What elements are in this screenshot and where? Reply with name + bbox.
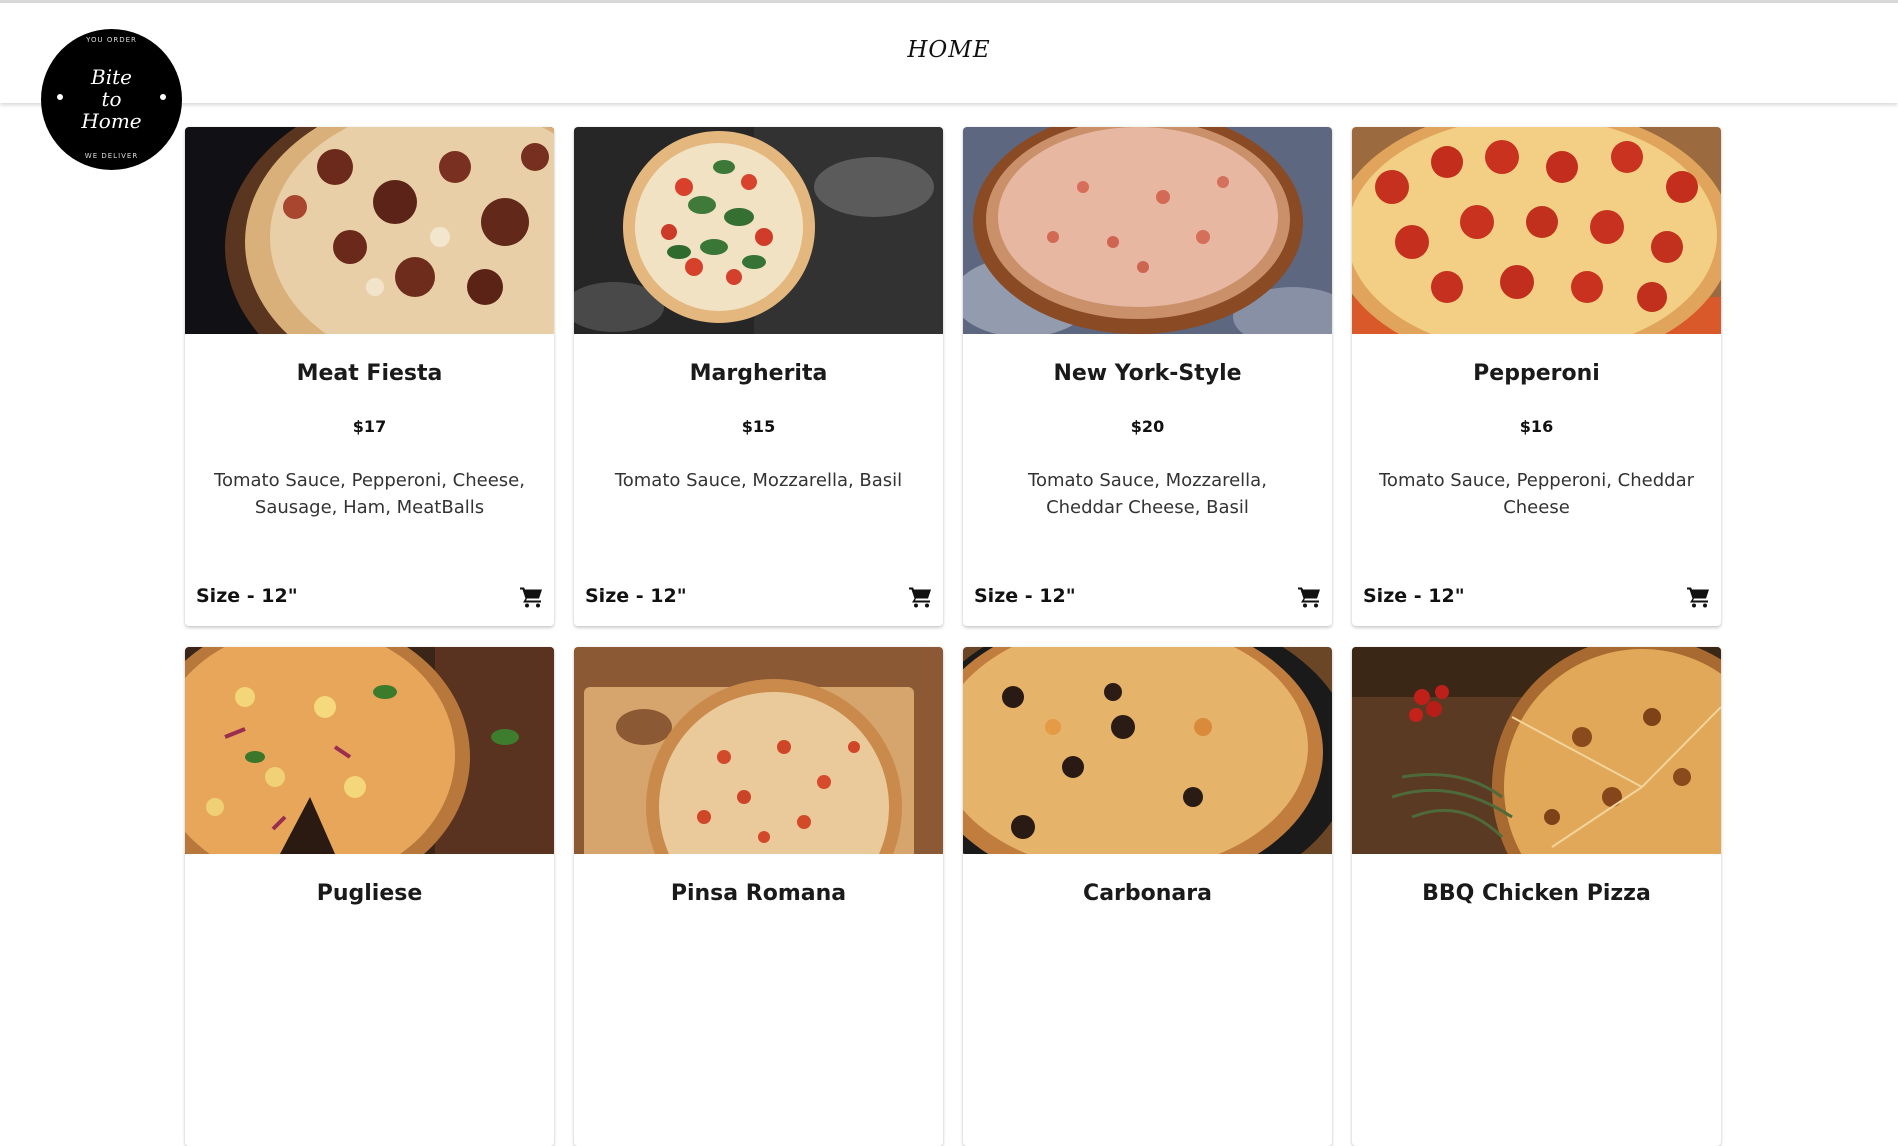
- product-ingredients: Tomato Sauce, Pepperoni, Cheese, Sausage…: [214, 470, 525, 518]
- nav-home-link[interactable]: HOME: [0, 37, 1898, 63]
- product-card[interactable]: Pepperoni $16 Tomato Sauce, Pepperoni, C…: [1352, 127, 1721, 626]
- product-name: Pinsa Romana: [670, 881, 847, 906]
- site-header: HOME: [0, 3, 1898, 103]
- product-card[interactable]: Pinsa Romana: [574, 647, 943, 1146]
- pizza-photo: [185, 647, 554, 854]
- pizza-photo: [574, 647, 943, 854]
- cart-icon[interactable]: [1298, 586, 1322, 608]
- product-price: $17: [352, 417, 387, 436]
- product-ingredients: Tomato Sauce, Mozzarella, Cheddar Cheese…: [1028, 470, 1267, 518]
- logo-word-1: Bite: [91, 65, 132, 89]
- logo-top-text: YOU ORDER: [86, 36, 137, 44]
- product-name: Carbonara: [1083, 881, 1212, 906]
- logo-word-3: Home: [81, 109, 142, 133]
- product-name: BBQ Chicken Pizza: [1422, 881, 1651, 906]
- product-price: $15: [741, 417, 776, 436]
- cart-icon[interactable]: [520, 586, 544, 608]
- product-size: Size - 12": [1363, 585, 1465, 607]
- pizza-photo: [185, 127, 554, 334]
- pizza-photo: [963, 647, 1332, 854]
- pizza-photo: [1352, 127, 1721, 334]
- cart-icon[interactable]: [1687, 586, 1711, 608]
- product-name: New York-Style: [1053, 361, 1242, 386]
- product-size: Size - 12": [585, 585, 687, 607]
- product-card[interactable]: New York-Style $20 Tomato Sauce, Mozzare…: [963, 127, 1332, 626]
- product-name: Pugliese: [316, 881, 423, 906]
- product-size: Size - 12": [196, 585, 298, 607]
- product-card[interactable]: Pugliese: [185, 647, 554, 1146]
- product-price: $16: [1519, 417, 1554, 436]
- brand-logo[interactable]: YOU ORDER Bite to Home WE DELIVER: [41, 29, 182, 170]
- logo-wordmark: Bite to Home: [41, 66, 182, 132]
- cart-icon[interactable]: [909, 586, 933, 608]
- product-ingredients: Tomato Sauce, Pepperoni, Cheddar Cheese: [1379, 470, 1694, 518]
- product-size: Size - 12": [974, 585, 1076, 607]
- product-ingredients: Tomato Sauce, Mozzarella, Basil: [614, 470, 903, 491]
- product-name: Margherita: [689, 361, 828, 386]
- product-price: $20: [1130, 417, 1165, 436]
- product-card[interactable]: Meat Fiesta $17 Tomato Sauce, Pepperoni,…: [185, 127, 554, 626]
- pizza-photo: [574, 127, 943, 334]
- pizza-photo: [963, 127, 1332, 334]
- product-name: Meat Fiesta: [296, 361, 443, 386]
- product-card[interactable]: BBQ Chicken Pizza: [1352, 647, 1721, 1146]
- product-card[interactable]: Margherita $15 Tomato Sauce, Mozzarella,…: [574, 127, 943, 626]
- pizza-photo: [1352, 647, 1721, 854]
- logo-bottom-text: WE DELIVER: [84, 152, 139, 160]
- product-name: Pepperoni: [1473, 361, 1600, 386]
- logo-word-2: to: [101, 87, 122, 111]
- product-card[interactable]: Carbonara: [963, 647, 1332, 1146]
